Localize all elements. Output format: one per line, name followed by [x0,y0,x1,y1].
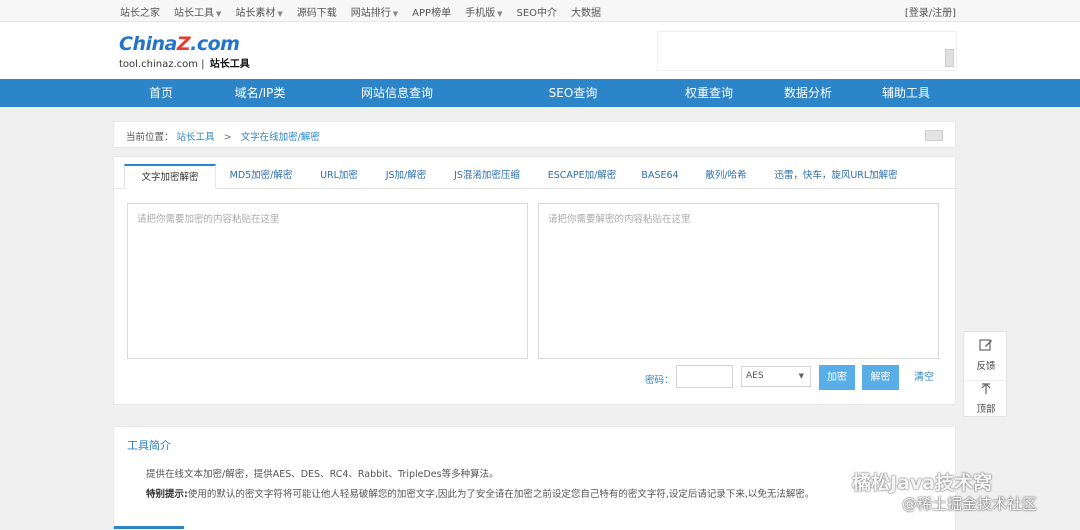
search-scrollbar[interactable] [945,49,954,67]
top-nav-item-label: 站长工具 [174,7,214,19]
logo-subtitle: tool.chinaz.com | 站长工具 [119,59,250,70]
breadcrumb-root-link[interactable]: 站长工具 [177,132,215,143]
top-nav-item-label: 网站排行 [350,7,391,19]
encrypt-input[interactable] [127,203,528,359]
caret-down-icon: ▼ [497,9,503,18]
header: ChinaZ.com tool.chinaz.com | 站长工具 [0,22,1080,79]
top-nav-item-label: 站长素材 [235,7,276,19]
algorithm-value: AES [746,371,764,381]
tool-tabs: 文字加密解密 MD5加密/解密 URL加密 JS加/解密 JS混淆加密压缩 ESCAPE加… [114,164,957,189]
main-nav-item[interactable]: 域名/IP类 [235,79,286,107]
top-nav-item-label: 源码下载 [296,7,337,19]
top-bar: 站长之家 站长工具 ▼ 站长素材 ▼ 源码下载 网站排行 ▼ APP榜单 手机版 ▼ SEO中介 大数据… [0,0,1080,22]
tab-item[interactable]: ESCAPE加/解密 [548,164,617,189]
logo-wordmark: ChinaZ.com [119,33,240,55]
tab-item[interactable]: JS加/解密 [386,164,427,189]
top-nav-item-label: 大数据 [571,7,602,19]
main-nav-item[interactable]: SEO查询 [549,79,598,107]
chinaz-logo[interactable]: ChinaZ.com tool.chinaz.com | 站长工具 [119,34,250,70]
top-nav-item-label: 站长之家 [120,7,160,19]
tool-panel: 文字加密解密 MD5加密/解密 URL加密 JS加/解密 JS混淆加密压缩 ESCAPE加… [113,156,957,405]
breadcrumb: 当前位置： 站长工具 > 文字在线加密/解密 [113,121,956,148]
main-nav-item[interactable]: 数据分析 [784,79,832,107]
watermark-community: @稀土掘金技术社区 [902,495,1038,513]
breadcrumb-prefix: 当前位置： [126,132,174,143]
intro-warning-label: 特别提示: [146,489,188,500]
main-nav-item[interactable]: 权重查询 [685,79,733,107]
top-nav-item[interactable]: SEO中介 [516,4,557,19]
main-nav-item[interactable]: 首页 [149,79,173,107]
top-nav-item[interactable]: 站长工具 ▼ [174,4,221,19]
breadcrumb-current[interactable]: 文字在线加密/解密 [241,132,320,143]
password-input[interactable] [676,365,733,388]
tab-item[interactable]: MD5加密/解密 [230,164,293,189]
back-to-top-button[interactable]: 顶部 [964,380,1008,415]
breadcrumb-separator: > [223,132,232,143]
header-search-box[interactable] [657,31,957,71]
top-nav-item[interactable]: 站长之家 [120,4,160,19]
chevron-down-icon: ▼ [798,372,804,380]
qr-code-icon[interactable] [925,130,943,141]
top-nav-item[interactable]: 手机版 ▼ [465,4,502,19]
side-float-bar: 反馈 顶部 [963,331,1008,417]
top-label: 顶部 [976,404,996,415]
main-nav-item[interactable]: 辅助工具 [882,79,930,107]
main-nav: 首页 域名/IP类 网站信息查询 SEO查询 权重查询 数据分析 辅助工具 [0,79,1080,107]
tab-item[interactable]: JS混淆加密压缩 [454,164,520,189]
feedback-button[interactable]: 反馈 [964,338,1008,372]
edit-icon [964,338,1008,356]
caret-down-icon: ▼ [392,9,399,18]
encrypt-button[interactable]: 加密 [819,365,855,390]
tab-item[interactable]: 散列/哈希 [705,164,746,189]
arrow-up-icon [964,383,1008,399]
main-nav-item[interactable]: 网站信息查询 [361,79,433,107]
top-nav-item-label: APP榜单 [412,7,452,19]
caret-down-icon: ▼ [216,9,222,18]
top-nav-item-label: 手机版 [465,7,496,19]
decrypt-button[interactable]: 解密 [862,365,899,390]
intro-accent-bar [114,526,184,529]
feedback-label: 反馈 [976,361,996,372]
decrypt-input[interactable] [538,203,939,359]
tab-item[interactable]: URL加密 [320,164,358,189]
clear-button[interactable]: 清空 [909,365,939,390]
top-nav-item[interactable]: 站长素材 ▼ [235,4,282,19]
tab-item[interactable]: 迅雷，快车，旋风URL加解密 [774,164,897,189]
login-register-link[interactable]: [登录/注册] [905,4,956,19]
intro-warning-text: 使用的默认的密文字符将可能让他人轻易破解您的加密文字,因此为了安全请在加密之前设… [187,489,815,500]
algorithm-select[interactable]: AES ▼ [741,366,811,387]
top-nav-item[interactable]: 网站排行 ▼ [351,4,398,19]
top-nav: 站长之家 站长工具 ▼ 站长素材 ▼ 源码下载 网站排行 ▼ APP榜单 手机版 ▼ SEO中介 大数据 [120,0,615,22]
top-nav-item[interactable]: APP榜单 [412,4,451,19]
top-nav-item[interactable]: 源码下载 [297,4,337,19]
password-label: 密码： [645,375,674,386]
tab-item[interactable]: BASE64 [641,164,678,189]
caret-down-icon: ▼ [277,9,283,18]
watermark-author: 橘松Java技术窝 [852,472,993,494]
top-nav-item-label: SEO中介 [516,7,558,19]
intro-title: 工具简介 [127,439,171,452]
tab-item[interactable]: 文字加密解密 [124,164,216,189]
top-nav-item[interactable]: 大数据 [571,4,601,19]
